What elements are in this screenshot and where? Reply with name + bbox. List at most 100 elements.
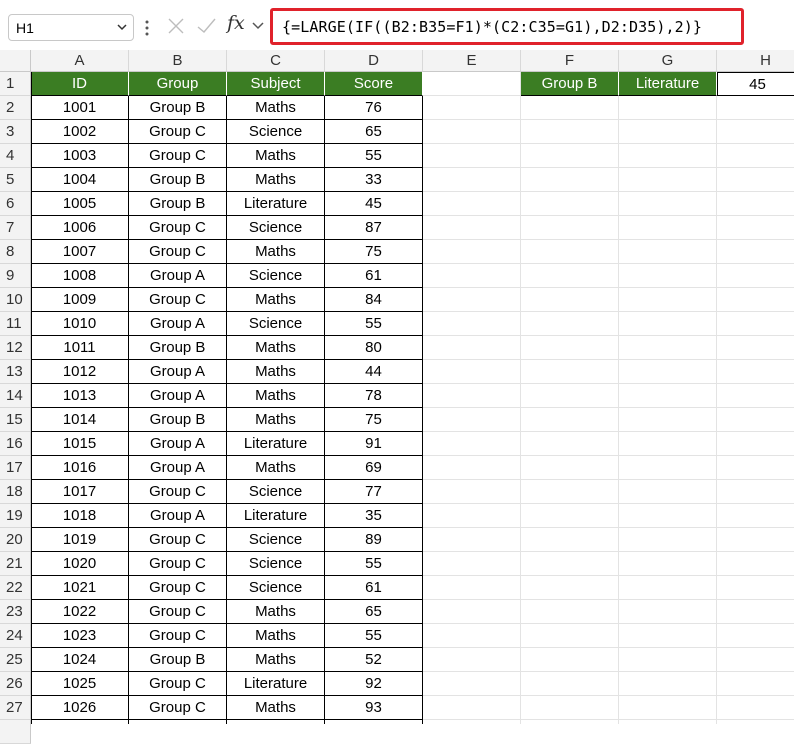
table-cell[interactable]: Literature — [227, 192, 325, 216]
table-cell-partial[interactable] — [31, 720, 129, 724]
table-cell[interactable]: Group C — [129, 288, 227, 312]
table-cell[interactable]: Group C — [129, 120, 227, 144]
table-cell[interactable]: Group C — [129, 240, 227, 264]
table-cell[interactable]: Group C — [129, 624, 227, 648]
table-cell[interactable]: 33 — [325, 168, 423, 192]
table-cell[interactable]: 1011 — [31, 336, 129, 360]
table-cell[interactable]: 1007 — [31, 240, 129, 264]
enter-check-icon[interactable] — [196, 16, 216, 36]
table-cell[interactable]: 1021 — [31, 576, 129, 600]
table-cell[interactable]: 1012 — [31, 360, 129, 384]
table-cell[interactable]: 65 — [325, 120, 423, 144]
row-header[interactable]: 24 — [0, 624, 31, 648]
table-cell[interactable]: 1020 — [31, 552, 129, 576]
column-header-a[interactable]: A — [31, 50, 129, 72]
table-cell[interactable]: 89 — [325, 528, 423, 552]
column-header-e[interactable]: E — [423, 50, 521, 72]
column-header-h[interactable]: H — [717, 50, 794, 72]
table-cell[interactable]: 78 — [325, 384, 423, 408]
criteria-subject-cell[interactable]: Literature — [619, 72, 717, 96]
table-cell[interactable]: 91 — [325, 432, 423, 456]
table-cell[interactable]: 1022 — [31, 600, 129, 624]
row-header[interactable]: 5 — [0, 168, 31, 192]
table-cell[interactable]: Science — [227, 576, 325, 600]
row-header[interactable]: 18 — [0, 480, 31, 504]
table-cell[interactable]: 61 — [325, 264, 423, 288]
row-header[interactable]: 17 — [0, 456, 31, 480]
table-cell[interactable]: Maths — [227, 648, 325, 672]
table-cell[interactable]: Science — [227, 552, 325, 576]
table-cell[interactable]: Science — [227, 264, 325, 288]
table-cell[interactable]: 1015 — [31, 432, 129, 456]
table-cell[interactable]: 1018 — [31, 504, 129, 528]
column-header-f[interactable]: F — [521, 50, 619, 72]
table-header-cell[interactable]: ID — [31, 72, 129, 96]
row-header[interactable]: 20 — [0, 528, 31, 552]
table-cell[interactable]: 55 — [325, 144, 423, 168]
worksheet-grid[interactable]: ID Group Subject Score 1001 Group B Maths 76 100… — [31, 72, 794, 724]
table-cell[interactable]: Group A — [129, 432, 227, 456]
table-cell[interactable]: 1016 — [31, 456, 129, 480]
table-cell[interactable]: Science — [227, 528, 325, 552]
table-cell[interactable]: 1014 — [31, 408, 129, 432]
table-cell[interactable]: 1026 — [31, 696, 129, 720]
table-cell[interactable]: Group A — [129, 504, 227, 528]
table-cell[interactable]: 92 — [325, 672, 423, 696]
table-cell[interactable]: 1008 — [31, 264, 129, 288]
table-cell[interactable]: Science — [227, 120, 325, 144]
table-cell[interactable]: 55 — [325, 552, 423, 576]
table-cell[interactable]: 1010 — [31, 312, 129, 336]
table-cell[interactable]: Maths — [227, 336, 325, 360]
table-cell[interactable]: 84 — [325, 288, 423, 312]
table-cell[interactable]: Group A — [129, 312, 227, 336]
table-cell-partial[interactable] — [129, 720, 227, 724]
table-cell[interactable]: Group C — [129, 552, 227, 576]
table-cell[interactable]: Group C — [129, 696, 227, 720]
table-cell[interactable]: Maths — [227, 456, 325, 480]
row-header[interactable]: 25 — [0, 648, 31, 672]
row-header[interactable]: 4 — [0, 144, 31, 168]
table-cell[interactable]: 55 — [325, 312, 423, 336]
table-cell[interactable]: Group A — [129, 264, 227, 288]
select-all-corner[interactable] — [0, 50, 31, 72]
table-cell[interactable]: 45 — [325, 192, 423, 216]
insert-function-icon[interactable]: fx — [227, 12, 245, 34]
table-cell[interactable]: Group C — [129, 672, 227, 696]
table-cell[interactable]: 55 — [325, 624, 423, 648]
table-cell[interactable]: Group B — [129, 648, 227, 672]
row-header[interactable]: 14 — [0, 384, 31, 408]
row-header[interactable]: 8 — [0, 240, 31, 264]
column-header-b[interactable]: B — [129, 50, 227, 72]
table-cell[interactable]: Group A — [129, 384, 227, 408]
table-cell[interactable]: 1003 — [31, 144, 129, 168]
result-cell-h1[interactable]: 45 — [717, 72, 794, 96]
table-cell[interactable]: Group C — [129, 576, 227, 600]
table-cell[interactable]: Science — [227, 480, 325, 504]
table-cell[interactable]: Science — [227, 216, 325, 240]
table-header-cell[interactable]: Group — [129, 72, 227, 96]
row-header[interactable]: 19 — [0, 504, 31, 528]
table-cell[interactable]: 80 — [325, 336, 423, 360]
table-cell[interactable]: Maths — [227, 696, 325, 720]
table-cell[interactable]: 75 — [325, 240, 423, 264]
more-options-icon[interactable] — [144, 18, 150, 38]
table-cell[interactable]: Literature — [227, 432, 325, 456]
table-cell[interactable]: Group C — [129, 216, 227, 240]
column-header-g[interactable]: G — [619, 50, 717, 72]
table-cell[interactable]: Maths — [227, 624, 325, 648]
table-cell[interactable]: 76 — [325, 96, 423, 120]
table-cell[interactable]: 1005 — [31, 192, 129, 216]
row-header[interactable]: 6 — [0, 192, 31, 216]
table-cell[interactable]: 69 — [325, 456, 423, 480]
row-header[interactable]: 23 — [0, 600, 31, 624]
row-header[interactable]: 9 — [0, 264, 31, 288]
table-cell[interactable]: Literature — [227, 504, 325, 528]
table-cell[interactable]: Literature — [227, 672, 325, 696]
row-header[interactable]: 26 — [0, 672, 31, 696]
row-header[interactable]: 21 — [0, 552, 31, 576]
table-cell[interactable]: 87 — [325, 216, 423, 240]
column-header-d[interactable]: D — [325, 50, 423, 72]
name-box[interactable]: H1 — [8, 14, 134, 41]
table-cell[interactable]: 1023 — [31, 624, 129, 648]
table-cell[interactable]: Maths — [227, 240, 325, 264]
